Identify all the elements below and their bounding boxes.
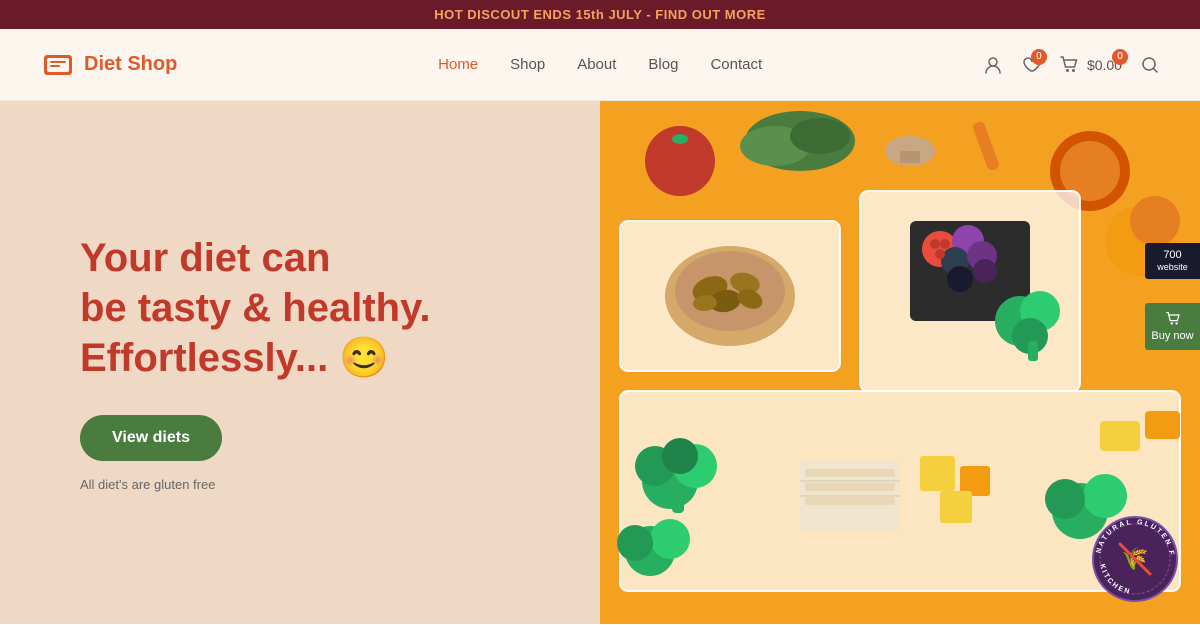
main-nav: Home Shop About Blog Contact [438, 56, 762, 73]
logo-area: Diet Shop [40, 47, 177, 83]
nav-shop[interactable]: Shop [510, 56, 545, 73]
hero-image: 🌾 NATURAL GLUTEN FREE KITCHEN 700 websit [600, 101, 1200, 624]
widget-buy[interactable]: Buy now [1145, 303, 1200, 350]
header-actions: 0 0 $0.00 [983, 55, 1160, 75]
logo-icon [40, 47, 76, 83]
account-button[interactable] [983, 55, 1003, 75]
view-diets-button[interactable]: View diets [80, 415, 222, 461]
top-banner[interactable]: HOT DISCOUT ENDS 15th JULY - FIND OUT MO… [0, 0, 1200, 29]
hero-left: Your diet can be tasty & healthy. Effort… [0, 101, 600, 624]
search-button[interactable] [1140, 55, 1160, 75]
headline-line3: Effortlessly... 😊 [80, 336, 389, 380]
cart-badge: 0 [1112, 49, 1128, 65]
nav-blog[interactable]: Blog [648, 56, 678, 73]
cart-icon [1165, 311, 1181, 327]
wishlist-button[interactable]: 0 [1021, 55, 1041, 75]
widget-700: 700 website [1145, 243, 1200, 279]
hero-right: 🌾 NATURAL GLUTEN FREE KITCHEN 700 websit [600, 101, 1200, 624]
banner-text: HOT DISCOUT ENDS 15th JULY - FIND OUT MO… [434, 7, 766, 22]
header: Diet Shop Home Shop About Blog Contact 0 [0, 29, 1200, 101]
hero-headline: Your diet can be tasty & healthy. Effort… [80, 233, 540, 383]
hero-section: Your diet can be tasty & healthy. Effort… [0, 101, 1200, 624]
gluten-badge: 🌾 NATURAL GLUTEN FREE KITCHEN [1090, 514, 1180, 604]
headline-line2: be tasty & healthy. [80, 286, 430, 330]
nav-contact[interactable]: Contact [710, 56, 762, 73]
headline-line1: Your diet can [80, 236, 330, 280]
nav-about[interactable]: About [577, 56, 616, 73]
cart-button[interactable]: 0 $0.00 [1059, 55, 1122, 75]
nav-home[interactable]: Home [438, 56, 478, 73]
wishlist-badge: 0 [1031, 49, 1047, 65]
gluten-free-text: All diet's are gluten free [80, 477, 540, 492]
logo-text: Diet Shop [84, 53, 177, 76]
